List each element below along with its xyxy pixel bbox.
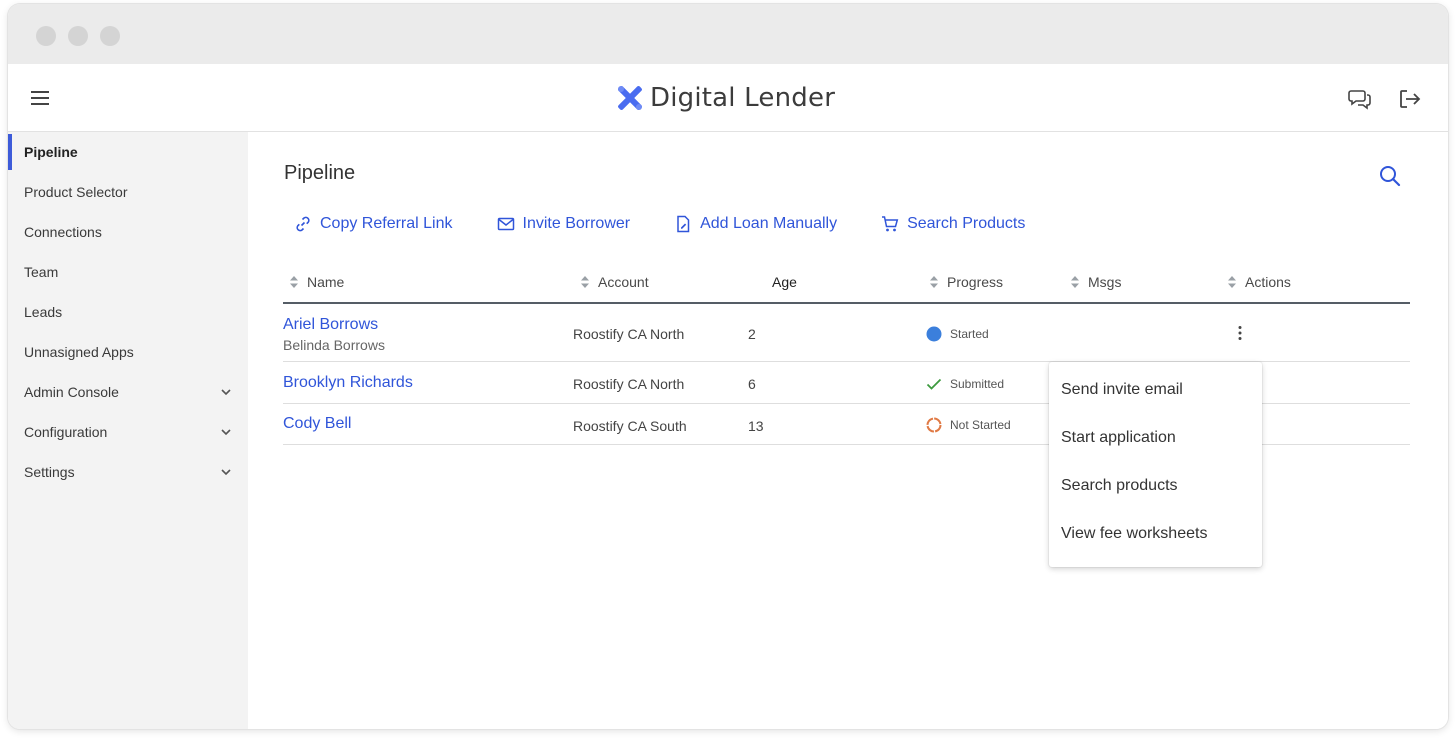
header-label: Account bbox=[598, 274, 649, 290]
brand-name: Digital Lender bbox=[650, 83, 836, 113]
sidebar-item-label: Settings bbox=[24, 464, 75, 480]
chevron-down-icon bbox=[221, 469, 231, 476]
logout-icon[interactable] bbox=[1396, 86, 1422, 112]
sidebar-item-configuration[interactable]: Configuration bbox=[8, 412, 248, 452]
progress-label: Started bbox=[950, 327, 989, 341]
sidebar-item-label: Unnasigned Apps bbox=[24, 344, 134, 360]
age-cell: 13 bbox=[748, 418, 764, 434]
borrower-cell: Ariel Borrows Belinda Borrows bbox=[283, 316, 385, 353]
document-edit-icon bbox=[677, 215, 690, 233]
sidebar-item-team[interactable]: Team bbox=[8, 252, 248, 292]
account-cell: Roostify CA North bbox=[573, 326, 685, 342]
header-label: Age bbox=[772, 274, 797, 290]
age-cell: 6 bbox=[748, 376, 756, 392]
copy-referral-label: Copy Referral Link bbox=[320, 215, 453, 232]
sidebar-item-label: Connections bbox=[24, 224, 102, 240]
shopping-cart-icon bbox=[882, 216, 899, 232]
window-titlebar bbox=[8, 4, 1448, 64]
borrower-cell: Brooklyn Richards bbox=[283, 374, 413, 392]
search-icon[interactable] bbox=[1378, 164, 1402, 188]
sidebar-nav: Pipeline Product Selector Connections Te… bbox=[8, 132, 248, 729]
sidebar-item-connections[interactable]: Connections bbox=[8, 212, 248, 252]
sidebar-item-product-selector[interactable]: Product Selector bbox=[8, 172, 248, 212]
header-label: Msgs bbox=[1088, 274, 1122, 290]
progress-label: Submitted bbox=[950, 377, 1005, 391]
column-header-name[interactable]: Name bbox=[289, 274, 344, 290]
chevron-down-icon bbox=[221, 389, 231, 396]
age-cell: 2 bbox=[748, 326, 756, 342]
sidebar-item-pipeline[interactable]: Pipeline bbox=[8, 132, 248, 172]
column-header-account[interactable]: Account bbox=[580, 274, 649, 290]
sidebar-item-settings[interactable]: Settings bbox=[8, 452, 248, 492]
window-minimize-dot[interactable] bbox=[68, 26, 88, 46]
brand-logo: Digital Lender bbox=[616, 80, 835, 116]
table-header: Name Account Age Progress Msgs Actions bbox=[283, 262, 1410, 304]
sort-icon bbox=[290, 276, 298, 288]
column-header-progress[interactable]: Progress bbox=[929, 274, 1003, 290]
column-header-msgs[interactable]: Msgs bbox=[1070, 274, 1121, 290]
account-cell: Roostify CA South bbox=[573, 418, 687, 434]
link-icon bbox=[296, 216, 310, 232]
borrower-name-link[interactable]: Cody Bell bbox=[283, 415, 351, 433]
sidebar-item-label: Leads bbox=[24, 304, 63, 320]
header-label: Name bbox=[307, 274, 345, 290]
main-content: Pipeline Copy Referral Link Invite Borro… bbox=[248, 132, 1448, 729]
dashed-circle-icon bbox=[926, 417, 942, 433]
column-header-actions[interactable]: Actions bbox=[1227, 274, 1291, 290]
sidebar-item-label: Pipeline bbox=[24, 144, 78, 160]
progress-cell: Started bbox=[926, 326, 989, 342]
header-label: Progress bbox=[947, 274, 1004, 290]
pipeline-toolbar: Copy Referral Link Invite Borrower Add L… bbox=[294, 212, 1069, 236]
account-cell: Roostify CA North bbox=[573, 376, 685, 392]
sidebar-item-unassigned-apps[interactable]: Unnasigned Apps bbox=[8, 332, 248, 372]
menu-item-send-invite-email[interactable]: Send invite email bbox=[1049, 366, 1262, 414]
filled-circle-icon bbox=[926, 326, 942, 342]
envelope-icon bbox=[497, 217, 514, 231]
sidebar-item-admin-console[interactable]: Admin Console bbox=[8, 372, 248, 412]
sidebar-item-label: Admin Console bbox=[24, 384, 119, 400]
borrower-name-link[interactable]: Brooklyn Richards bbox=[283, 374, 413, 392]
row-actions-menu: Send invite email Start application Sear… bbox=[1049, 362, 1262, 567]
sidebar-item-label: Configuration bbox=[24, 424, 108, 440]
menu-item-search-products[interactable]: Search products bbox=[1049, 462, 1262, 510]
menu-item-view-fee-worksheets[interactable]: View fee worksheets bbox=[1049, 510, 1262, 558]
progress-cell: Not Started bbox=[926, 417, 1011, 433]
sort-icon bbox=[1071, 276, 1079, 288]
sort-icon bbox=[1228, 276, 1236, 288]
invite-borrower-button[interactable]: Invite Borrower bbox=[497, 212, 631, 236]
sidebar-item-label: Product Selector bbox=[24, 184, 128, 200]
header-label: Actions bbox=[1245, 274, 1291, 290]
progress-cell: Submitted bbox=[926, 376, 1004, 392]
menu-item-start-application[interactable]: Start application bbox=[1049, 414, 1262, 462]
copy-referral-link-button[interactable]: Copy Referral Link bbox=[294, 212, 453, 236]
invite-borrower-label: Invite Borrower bbox=[522, 215, 631, 232]
add-loan-manually-button[interactable]: Add Loan Manually bbox=[674, 212, 837, 236]
window-close-dot[interactable] bbox=[36, 26, 56, 46]
column-header-age[interactable]: Age bbox=[772, 274, 797, 290]
sort-icon bbox=[581, 276, 589, 288]
hamburger-menu-icon[interactable] bbox=[30, 88, 50, 108]
add-loan-label: Add Loan Manually bbox=[700, 215, 838, 232]
search-products-label: Search Products bbox=[907, 215, 1026, 232]
sidebar-item-label: Team bbox=[24, 264, 59, 280]
co-borrower-name: Belinda Borrows bbox=[283, 337, 385, 353]
progress-label: Not Started bbox=[950, 418, 1011, 432]
kebab-menu-icon[interactable] bbox=[1232, 325, 1248, 341]
sort-icon bbox=[930, 276, 938, 288]
borrower-cell: Cody Bell bbox=[283, 415, 351, 433]
digital-lender-logo-icon bbox=[618, 86, 642, 110]
table-row: Ariel Borrows Belinda Borrows Roostify C… bbox=[283, 304, 1410, 362]
page-title: Pipeline bbox=[284, 162, 356, 184]
chevron-down-icon bbox=[221, 429, 231, 436]
window-maximize-dot[interactable] bbox=[100, 26, 120, 46]
search-products-button[interactable]: Search Products bbox=[881, 212, 1025, 236]
borrower-name-link[interactable]: Ariel Borrows bbox=[283, 316, 385, 334]
sidebar-item-leads[interactable]: Leads bbox=[8, 292, 248, 332]
check-icon bbox=[926, 378, 942, 390]
app-header: Digital Lender bbox=[8, 64, 1448, 132]
chat-bubbles-icon[interactable] bbox=[1347, 86, 1373, 112]
